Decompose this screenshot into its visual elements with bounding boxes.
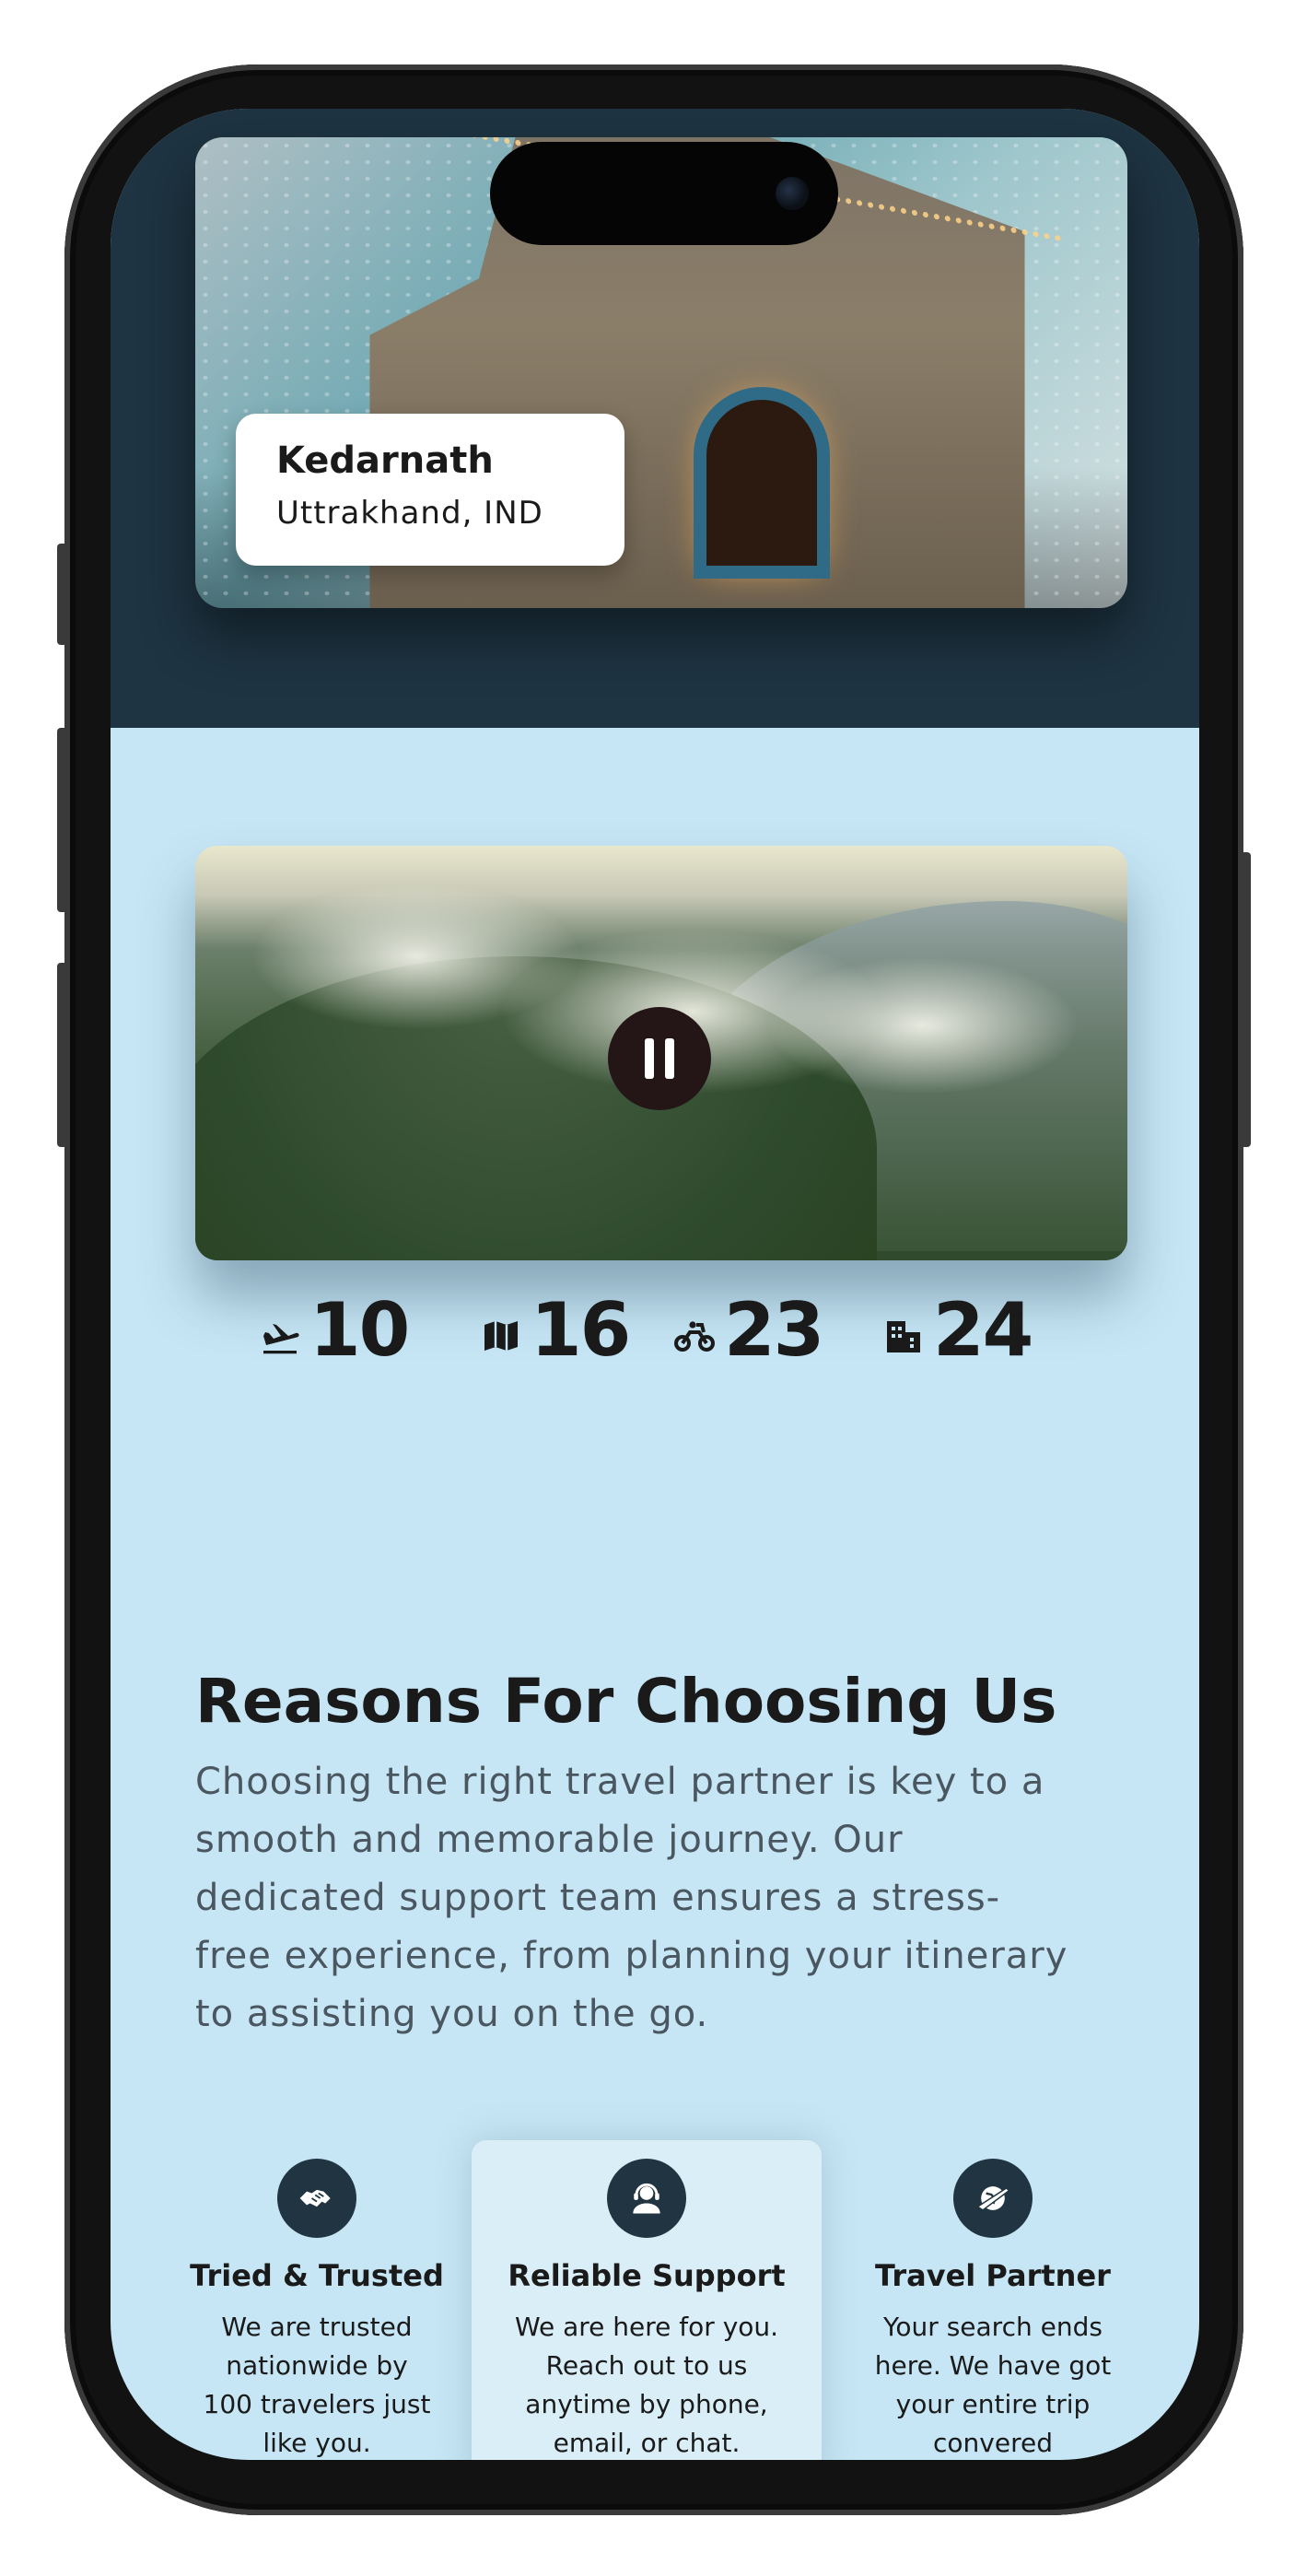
feature-icon-circle — [953, 2159, 1033, 2238]
front-camera — [776, 177, 809, 210]
flight-landing-icon — [263, 1324, 299, 1354]
stat-value: 24 — [933, 1286, 1033, 1373]
description-line: to assisting you on the go. — [195, 1993, 709, 2035]
feature-description-line: 100 travelers just — [203, 2389, 431, 2419]
feature-title: Travel Partner — [875, 2258, 1111, 2293]
feature-description-line: nationwide by — [226, 2350, 408, 2381]
volume-up-button — [57, 728, 68, 912]
section-description: Choosing the right travel partner is key… — [195, 1753, 1116, 2043]
feature-description-line: your entire trip — [895, 2389, 1091, 2419]
description-line: Choosing the right travel partner is key… — [195, 1761, 1045, 1803]
volume-down-button — [57, 963, 68, 1147]
map-icon — [484, 1321, 518, 1351]
section-title: Reasons For Choosing Us — [195, 1666, 1057, 1737]
feature-description-line: We are here for you. — [514, 2312, 779, 2342]
feature-reliable-support[interactable]: Reliable Support We are here for you. Re… — [472, 2140, 822, 2460]
description-line: free experience, from planning your itin… — [195, 1935, 1068, 1977]
video-player[interactable] — [195, 846, 1127, 1260]
feature-description-line: We are trusted — [221, 2312, 413, 2342]
stats-row: 10 16 23 24 — [258, 1286, 1087, 1373]
power-button — [1240, 852, 1251, 1147]
handshake-icon — [299, 2189, 331, 2207]
stat-value: 16 — [531, 1286, 631, 1373]
feature-title: Reliable Support — [508, 2258, 786, 2293]
temple-entrance — [706, 400, 817, 566]
pause-icon — [645, 1038, 654, 1079]
feature-icon-circle — [277, 2159, 356, 2238]
feature-description: We are here for you. Reach out to us any… — [494, 2308, 799, 2460]
pause-button[interactable] — [608, 1007, 711, 1110]
app-screen: Kedarnath Uttrakhand, IND 10 16 23 24 Re… — [111, 109, 1199, 2460]
feature-title: Tried & Trusted — [190, 2258, 444, 2293]
feature-description: Your search ends here. We have got your … — [840, 2308, 1146, 2460]
description-line: dedicated support team ensures a stress- — [195, 1877, 1001, 1919]
stat-value: 23 — [724, 1286, 824, 1373]
feature-description-line: Reach out to us — [545, 2350, 748, 2381]
location-name: Kedarnath — [276, 439, 494, 482]
support-agent-icon — [633, 2183, 660, 2214]
dynamic-island — [490, 142, 838, 245]
cloud — [766, 956, 1079, 1095]
feature-tried-trusted[interactable]: Tried & Trusted We are trusted nationwid… — [142, 2140, 492, 2460]
building-icon — [887, 1321, 920, 1352]
travel-globe-icon — [976, 2186, 1010, 2211]
location-region: Uttrakhand, IND — [276, 495, 543, 532]
stat-maps: 16 — [479, 1286, 631, 1373]
stat-rides: 23 — [672, 1286, 824, 1373]
feature-description-line: like you. — [263, 2428, 371, 2458]
pause-icon — [665, 1038, 674, 1079]
feature-description-line: email, or chat. — [553, 2428, 741, 2458]
feature-travel-partner[interactable]: Travel Partner Your search ends here. We… — [818, 2140, 1168, 2460]
feature-description-line: here. We have got — [874, 2350, 1112, 2381]
feature-description: We are trusted nationwide by 100 travele… — [164, 2308, 470, 2460]
stat-value: 10 — [309, 1286, 410, 1373]
side-button — [57, 544, 68, 645]
location-card: Kedarnath Uttrakhand, IND — [236, 414, 624, 566]
motorbike-icon — [674, 1321, 715, 1352]
feature-description-line: convered — [933, 2428, 1053, 2458]
feature-description-line: anytime by phone, — [525, 2389, 768, 2419]
stat-flights: 10 — [258, 1286, 410, 1373]
feature-icon-circle — [607, 2159, 686, 2238]
stat-stays: 24 — [881, 1286, 1033, 1373]
feature-description-line: Your search ends — [883, 2312, 1103, 2342]
description-line: smooth and memorable journey. Our — [195, 1819, 904, 1861]
